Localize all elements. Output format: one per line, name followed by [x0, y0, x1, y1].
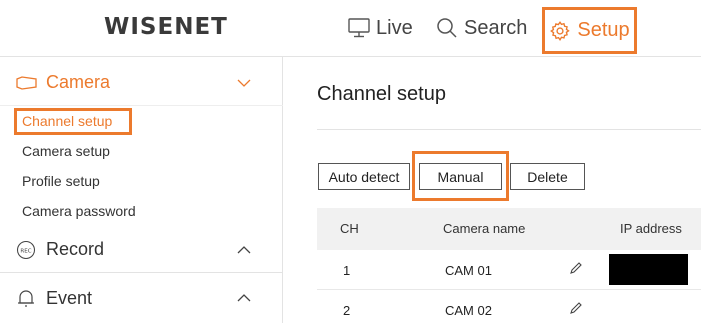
- bell-icon: [18, 290, 34, 307]
- chevron-down-icon: [237, 79, 251, 87]
- monitor-icon: [348, 18, 370, 38]
- pencil-icon[interactable]: [569, 301, 583, 315]
- cell-camera-name: CAM 02: [445, 303, 492, 318]
- sidebar-item-camera-setup[interactable]: Camera setup: [22, 143, 110, 159]
- column-header-ch: CH: [340, 221, 359, 236]
- column-header-camera-name: Camera name: [443, 221, 526, 236]
- top-header: WISENET Live Search Setup: [0, 0, 701, 57]
- sidebar-menu-event[interactable]: Event: [0, 275, 283, 321]
- sidebar-item-profile-setup[interactable]: Profile setup: [22, 173, 100, 189]
- search-icon: [437, 18, 457, 38]
- table-row: 1 CAM 01: [317, 250, 701, 290]
- cell-camera-name: CAM 01: [445, 263, 492, 278]
- chevron-up-icon: [237, 294, 251, 302]
- sidebar-menu-camera[interactable]: Camera: [0, 60, 283, 106]
- brand-logo: WISENET: [104, 14, 228, 40]
- auto-detect-button[interactable]: Auto detect: [318, 163, 410, 190]
- divider: [317, 129, 701, 130]
- svg-text:REC: REC: [20, 248, 31, 254]
- nav-search-label: Search: [464, 16, 528, 39]
- cell-ch: 2: [343, 303, 351, 318]
- nav-setup[interactable]: Setup: [542, 7, 637, 54]
- column-header-ip-address: IP address: [620, 221, 682, 236]
- ip-address-redacted: [609, 254, 688, 285]
- manual-button[interactable]: Manual: [419, 163, 502, 190]
- nav-live[interactable]: Live: [348, 12, 413, 44]
- table-row: 2 CAM 02: [317, 290, 701, 323]
- sidebar-menu-record-label: Record: [46, 239, 105, 259]
- sidebar-menu-event-label: Event: [46, 287, 93, 308]
- sidebar: Camera Channel setup Camera setup Profil…: [0, 57, 283, 323]
- nav-live-label: Live: [376, 16, 413, 39]
- table-header: CH Camera name IP address: [317, 208, 701, 250]
- sidebar-menu-record[interactable]: REC Record: [0, 227, 283, 273]
- record-icon: REC: [16, 240, 36, 259]
- camera-icon: [16, 75, 37, 90]
- sidebar-item-camera-password[interactable]: Camera password: [22, 203, 136, 219]
- nav-setup-label: Setup: [577, 19, 630, 41]
- cell-ch: 1: [343, 263, 351, 278]
- sidebar-item-channel-setup[interactable]: Channel setup: [14, 108, 132, 135]
- gear-icon: [550, 20, 571, 41]
- pencil-icon[interactable]: [569, 261, 583, 275]
- page-title: Channel setup: [317, 83, 446, 105]
- delete-button[interactable]: Delete: [510, 163, 585, 190]
- sidebar-menu-camera-label: Camera: [46, 72, 111, 92]
- nav-search[interactable]: Search: [436, 12, 527, 44]
- chevron-up-icon: [237, 245, 251, 253]
- main-content: Channel setup Auto detect Manual Delete …: [284, 57, 701, 323]
